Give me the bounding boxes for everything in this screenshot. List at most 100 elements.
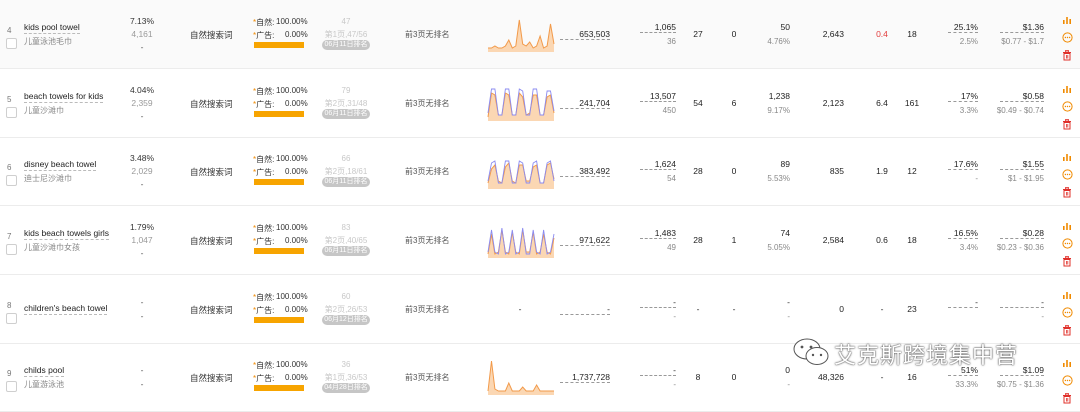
traffic-bar <box>254 385 304 391</box>
bar-chart-icon[interactable] <box>1062 287 1076 301</box>
metric-d-bottom: 9.17% <box>767 106 790 115</box>
bar-chart-icon[interactable] <box>1062 81 1076 95</box>
keyword-link[interactable]: beach towels for kids <box>24 91 104 103</box>
trend-chart[interactable] <box>486 151 556 196</box>
delete-icon[interactable] <box>1062 48 1076 62</box>
ad-rank: 前3页无排名 <box>405 236 450 245</box>
trend-chart[interactable] <box>486 83 556 128</box>
table-row: 6 disney beach towel 迪士尼沙滩巾 3.48% 2,029 - 自然搜索… <box>0 137 1080 206</box>
more-icon[interactable] <box>1062 373 1076 387</box>
rank-page-detail: 第1页,47/56 <box>324 30 368 39</box>
metric-h-bottom: - <box>975 174 978 183</box>
rank-date-badge: 06月12日排名 <box>322 315 370 325</box>
metric-a-bottom: 49 <box>667 243 676 252</box>
metric-b: - <box>696 304 700 314</box>
search-volume[interactable]: - <box>560 304 610 315</box>
price: - <box>1000 297 1044 308</box>
natural-percent: 100.00% <box>276 17 308 26</box>
metric-d-bottom: 4.76% <box>767 37 790 46</box>
rank-position: 36 <box>341 360 351 369</box>
row-checkbox[interactable] <box>6 175 17 186</box>
natural-percent: 100.00% <box>276 154 308 163</box>
metric-d-bottom: - <box>787 380 790 389</box>
search-volume[interactable]: 1,737,728 <box>560 372 610 383</box>
price: $1.55 <box>1000 159 1044 170</box>
natural-percent: 100.00% <box>276 292 308 301</box>
ad-label: 广告: <box>256 31 275 40</box>
more-icon[interactable] <box>1062 30 1076 44</box>
more-icon[interactable] <box>1062 236 1076 250</box>
delete-icon[interactable] <box>1062 254 1076 268</box>
share-count: 2,359 <box>131 98 153 108</box>
ad-traffic-label: *广告: 0.00% <box>253 236 308 247</box>
metric-b: 28 <box>693 235 703 245</box>
metric-h-top: - <box>948 297 978 308</box>
search-volume[interactable]: 241,704 <box>560 98 610 109</box>
keyword-translation: 儿童泳池毛巾 <box>24 37 72 46</box>
price-range: $0.77 - $1.7 <box>1001 37 1044 46</box>
metric-d-top: 74 <box>780 228 790 238</box>
more-icon[interactable] <box>1062 167 1076 181</box>
metric-d-bottom: 5.53% <box>767 174 790 183</box>
delete-icon[interactable] <box>1062 391 1076 405</box>
row-checkbox[interactable] <box>6 313 17 324</box>
trend-chart[interactable] <box>486 357 556 402</box>
share-percent: 3.48% <box>129 153 155 163</box>
row-checkbox[interactable] <box>6 107 17 118</box>
natural-label: 自然: <box>256 87 275 96</box>
metric-c: 0 <box>731 29 737 39</box>
share-count: 2,029 <box>131 166 153 176</box>
bar-chart-icon[interactable] <box>1062 149 1076 163</box>
share-extra: - <box>140 248 144 258</box>
row-checkbox[interactable] <box>6 38 17 49</box>
more-icon[interactable] <box>1062 305 1076 319</box>
traffic-bar <box>254 317 304 323</box>
metric-g: 161 <box>904 98 920 108</box>
keyword-link[interactable]: children's beach towel <box>24 303 108 315</box>
natural-traffic-label: *自然: 100.00% <box>253 17 308 28</box>
rank-position: 66 <box>341 154 351 163</box>
metric-a-bottom: - <box>673 312 676 321</box>
share-extra: - <box>140 42 144 52</box>
delete-icon[interactable] <box>1062 323 1076 337</box>
table-row: 7 kids beach towels girls 儿童沙滩巾女孩 1.79% 1,04… <box>0 206 1080 275</box>
metric-f: - <box>880 304 884 314</box>
metric-c: - <box>732 304 736 314</box>
price-range: - <box>1041 312 1044 321</box>
ad-label: 广告: <box>256 374 275 383</box>
metric-a-top: - <box>640 297 676 308</box>
rank-page-detail: 第2页,31/48 <box>324 99 368 108</box>
trend-chart[interactable] <box>486 14 556 59</box>
bar-chart-icon[interactable] <box>1062 218 1076 232</box>
metric-f: - <box>880 372 884 382</box>
trend-chart[interactable] <box>486 220 556 265</box>
trend-sparkline <box>487 88 555 121</box>
row-checkbox[interactable] <box>6 381 17 392</box>
search-volume[interactable]: 971,622 <box>560 235 610 246</box>
ad-traffic-label: *广告: 0.00% <box>253 305 308 316</box>
metric-h-bottom: 3.4% <box>959 243 978 252</box>
natural-label: 自然: <box>256 293 275 302</box>
keyword-link[interactable]: kids pool towel <box>24 22 80 34</box>
row-actions <box>1062 12 1076 62</box>
bar-chart-icon[interactable] <box>1062 355 1076 369</box>
keyword-link[interactable]: disney beach towel <box>24 159 97 171</box>
metric-a-top: - <box>640 365 676 376</box>
row-index: 4 <box>7 26 12 35</box>
metric-e: 2,643 <box>822 29 844 39</box>
search-volume[interactable]: 653,503 <box>560 29 610 40</box>
row-actions <box>1062 218 1076 268</box>
keyword-link[interactable]: childs pool <box>24 365 65 377</box>
delete-icon[interactable] <box>1062 117 1076 131</box>
keyword-link[interactable]: kids beach towels girls <box>24 228 110 240</box>
ad-rank: 前3页无排名 <box>405 30 450 39</box>
delete-icon[interactable] <box>1062 185 1076 199</box>
search-volume[interactable]: 383,492 <box>560 166 610 177</box>
bar-chart-icon[interactable] <box>1062 12 1076 26</box>
rank-position: 47 <box>341 17 351 26</box>
keyword-translation: 儿童沙滩巾女孩 <box>24 243 80 252</box>
natural-percent: 100.00% <box>276 86 308 95</box>
more-icon[interactable] <box>1062 99 1076 113</box>
share-percent: 7.13% <box>129 16 155 26</box>
row-checkbox[interactable] <box>6 244 17 255</box>
